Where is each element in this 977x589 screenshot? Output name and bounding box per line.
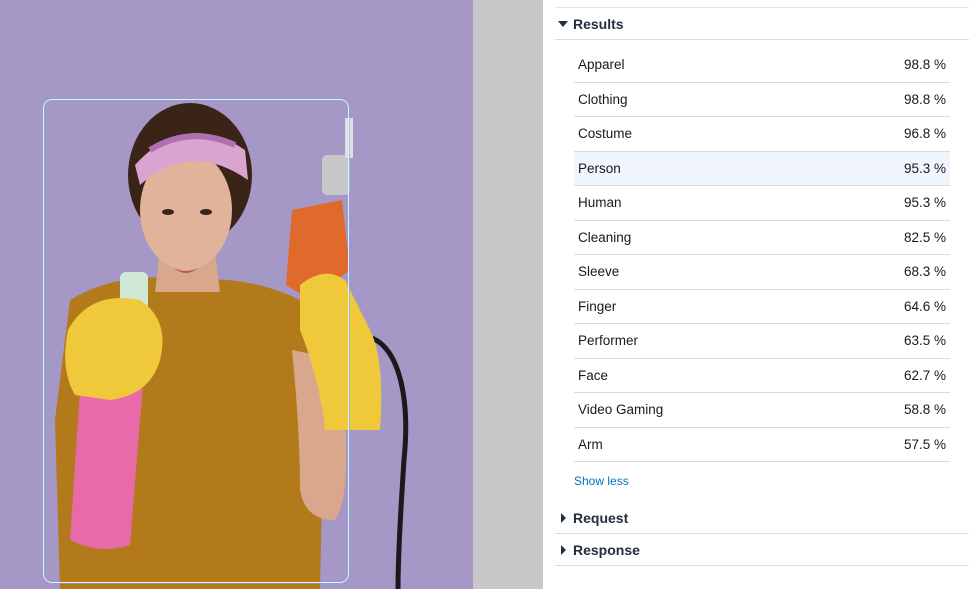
request-section-header[interactable]: Request (555, 502, 969, 534)
result-label: Apparel (578, 57, 625, 73)
result-row[interactable]: Apparel 98.8 % (574, 48, 950, 83)
result-label: Arm (578, 436, 603, 452)
result-row[interactable]: Face 62.7 % (574, 359, 950, 393)
result-label: Cleaning (578, 229, 632, 245)
caret-right-icon (561, 544, 566, 555)
result-row[interactable]: Arm 57.5 % (574, 428, 950, 462)
result-label: Finger (578, 298, 617, 314)
result-confidence: 58.8 % (903, 402, 946, 418)
result-label: Human (578, 195, 622, 211)
result-label: Video Gaming (578, 402, 664, 418)
result-confidence: 64.6 % (903, 298, 946, 314)
result-row[interactable]: Cleaning 82.5 % (574, 221, 950, 255)
result-label: Clothing (578, 91, 628, 107)
result-row[interactable]: Finger 64.6 % (574, 290, 950, 324)
result-label: Performer (578, 333, 639, 349)
result-confidence: 95.3 % (903, 195, 946, 211)
response-title: Response (573, 541, 640, 558)
result-row[interactable]: Clothing 98.8 % (574, 83, 950, 117)
results-panel: Results Apparel 98.8 % Clothing 98.8 % Costu… (543, 0, 977, 589)
result-confidence: 82.5 % (903, 229, 946, 245)
results-list: Apparel 98.8 % Clothing 98.8 % Costume 96.8 %… (574, 48, 950, 462)
result-confidence: 63.5 % (903, 333, 946, 349)
result-label: Person (578, 160, 621, 176)
result-confidence: 62.7 % (903, 367, 946, 383)
result-confidence: 98.8 % (903, 91, 946, 107)
caret-right-icon (561, 512, 566, 523)
result-label: Costume (578, 126, 633, 142)
result-label: Sleeve (578, 264, 620, 280)
app-root: Results Apparel 98.8 % Clothing 98.8 % Costu… (0, 0, 977, 589)
result-label: Face (578, 367, 609, 383)
result-confidence: 98.8 % (903, 57, 946, 73)
result-confidence: 57.5 % (903, 436, 946, 452)
detection-bounding-box[interactable] (43, 99, 349, 583)
result-confidence: 95.3 % (903, 160, 946, 176)
panel-gutter (473, 0, 543, 589)
result-row[interactable]: Sleeve 68.3 % (574, 255, 950, 290)
result-confidence: 96.8 % (903, 126, 946, 142)
caret-down-icon (558, 20, 568, 27)
result-row[interactable]: Video Gaming 58.8 % (574, 393, 950, 428)
results-section-header[interactable]: Results (555, 8, 969, 40)
show-less-link[interactable]: Show less (574, 474, 629, 488)
request-title: Request (573, 509, 629, 526)
result-row[interactable]: Costume 96.8 % (574, 117, 950, 152)
analyzed-image (0, 0, 473, 589)
result-confidence: 68.3 % (903, 264, 946, 280)
results-title: Results (573, 15, 624, 32)
result-row[interactable]: Performer 63.5 % (574, 324, 950, 359)
result-row[interactable]: Human 95.3 % (574, 186, 950, 221)
result-row[interactable]: Person 95.3 % (574, 151, 950, 186)
response-section-header[interactable]: Response (555, 534, 969, 566)
